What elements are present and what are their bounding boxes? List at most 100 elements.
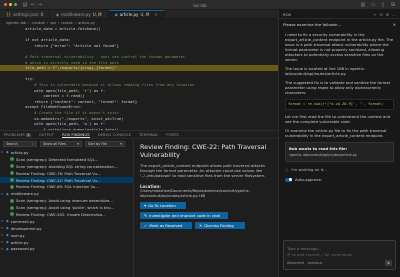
secondary-sidebar-icon[interactable]: ▯ xyxy=(380,2,386,8)
send-icon[interactable]: ➤ xyxy=(385,260,392,266)
tree-item-label: password.py xyxy=(10,246,35,252)
chat-input[interactable]: Type a message... @ to add context, / fo… xyxy=(283,240,396,270)
plus-icon[interactable]: + xyxy=(373,12,376,17)
finding-title: Review Finding: CWE-22: Path Traversal V… xyxy=(140,143,267,159)
tree-item-label: article.py xyxy=(10,239,29,245)
customize-layout-icon[interactable]: ⊞ xyxy=(390,2,396,8)
layout-icon[interactable]: ▥ xyxy=(360,2,366,8)
tree-item-label: Review Finding: CWE-89: SQL Injection Vu… xyxy=(16,184,99,190)
finding-item[interactable]: ! Review Finding: CWE-89: SQL Injection V… xyxy=(0,183,133,190)
chevron-down-icon: ▾ xyxy=(120,142,122,146)
finding-actions: ✓ Mark as Resolved ✕ Dismiss Finding xyxy=(140,219,273,229)
history-icon[interactable]: ⟲ xyxy=(380,12,383,17)
code-editor[interactable]: article_data = article.fetchone() if not… xyxy=(0,26,278,139)
file-group[interactable]: ▾ ◆ comment.py xyxy=(0,218,133,225)
tree-item-label: Review Finding: CWE-502: Unsafe Deserial… xyxy=(16,211,106,217)
severity-icon: ! xyxy=(10,164,14,169)
chat-paragraph: Let me first read the file to understand… xyxy=(285,114,391,124)
finding-item[interactable]: ! Scan (semgrep): Avoid using 'pickle', w… xyxy=(0,204,133,211)
tree-item-label: middleware.py xyxy=(10,191,39,197)
severity-icon: ! xyxy=(10,198,14,203)
panel-icon[interactable]: ▭ xyxy=(370,2,376,8)
close-task-icon[interactable]: ✕ xyxy=(393,22,396,27)
chat-header: ROX + ⟲ ⚙ … xyxy=(279,10,400,19)
severity-icon: ! xyxy=(10,184,14,189)
close-icon: ✕ xyxy=(199,223,203,228)
tab-label: article.py xyxy=(119,12,139,17)
code-text: return {"error": "Article not found"} xyxy=(16,42,119,48)
settings-icon[interactable]: ⚙ xyxy=(386,12,389,17)
breadcrumb-item[interactable]: conduit xyxy=(32,21,45,25)
chevron-down-icon: ▾ xyxy=(1,226,3,231)
chat-input-hint: @ to add context, / for commands xyxy=(287,252,352,257)
chevron-down-icon: ▾ xyxy=(1,191,3,196)
location-path: /Users/mdashew/Documents/Repos/external/… xyxy=(140,189,250,198)
finding-item[interactable]: ! Scan (semgrep): Avoid using insecure de… xyxy=(0,197,133,204)
mark-resolved-button[interactable]: ✓ Mark as Resolved xyxy=(140,222,192,229)
editor-tabs: {} settings.json 4 ◆ middleware.py U, M … xyxy=(0,10,278,19)
auto-approve-toggle[interactable] xyxy=(285,177,292,182)
chevron-down-icon: ▾ xyxy=(1,233,3,238)
file-group[interactable]: ▾ ◆ middleware.py xyxy=(0,190,133,197)
tab-article-py[interactable]: ◆ article.py U, M × xyxy=(108,10,165,18)
severity-icon: ! xyxy=(10,157,14,162)
python-file-icon: ◆ xyxy=(6,219,9,224)
tab-ports[interactable]: PORTS xyxy=(166,132,178,137)
tab-middleware-py[interactable]: ◆ middleware.py U, M xyxy=(50,10,109,18)
breadcrumb-item[interactable]: routes xyxy=(61,21,72,25)
read-file-path[interactable]: vgentic-lab/conduit/api/routes/article.p… xyxy=(289,153,390,158)
finding-item[interactable]: ! Review Finding: CWE-502: Unsafe Deseria… xyxy=(0,211,133,218)
finding-item[interactable]: ! Review Finding: CWE-78: Path Traversal … xyxy=(0,170,133,177)
editor-area: {} settings.json 4 ◆ middleware.py U, M … xyxy=(0,10,278,277)
json-file-icon: {} xyxy=(6,11,12,17)
task-title: Please examine the followin... ✕ xyxy=(283,22,396,27)
tab-problems[interactable]: PROBLEMS 1 xyxy=(4,132,31,137)
tree-item-label: Scan (semgrep): Avoiding SQL string conc… xyxy=(16,163,118,169)
go-to-location-button[interactable]: ⌖ Go To Location xyxy=(140,202,186,209)
search-input[interactable]: Search ⌕ xyxy=(3,141,37,147)
severity-icon: ! xyxy=(10,171,14,176)
file-filter-select[interactable]: Show all Files ▾ xyxy=(40,141,82,147)
breadcrumb-item[interactable]: vgentic-lab xyxy=(6,21,26,25)
file-group[interactable]: ▾ ◆ user.py xyxy=(0,232,133,239)
python-file-icon: ◆ xyxy=(6,233,9,238)
dismiss-finding-button[interactable]: ✕ Dismiss Finding xyxy=(195,222,245,229)
finding-item[interactable]: ! Review Finding: CWE-22: Path Traversal … xyxy=(0,176,133,184)
file-group[interactable]: ▾ ◆ password.py xyxy=(0,245,133,252)
sort-select[interactable]: Sort by File ▾ xyxy=(85,141,125,147)
tab-rox-findings[interactable]: ROX FINDINGS xyxy=(62,132,90,138)
more-icon[interactable]: … xyxy=(392,12,396,17)
read-file-request: Bob wants to read this file: vgentic-lab… xyxy=(285,142,394,162)
chevron-down-icon: ▾ xyxy=(77,142,79,146)
tab-terminal[interactable]: TERMINAL xyxy=(139,132,158,137)
tab-settings-json[interactable]: {} settings.json 4 xyxy=(0,10,51,18)
working-status: ◌ I'm working on it... xyxy=(285,167,327,172)
close-tab-icon[interactable]: × xyxy=(154,12,157,17)
bottom-panel: PROBLEMS 1 OUTPUT ROX FINDINGS DEBUG CONS… xyxy=(0,130,278,277)
tab-mod-indicator: U, M xyxy=(140,12,150,17)
severity-icon: ! xyxy=(10,212,14,217)
findings-tree: Search ⌕ Show all Files ▾ Sort by File ▾ ▾ ◆… xyxy=(0,139,134,277)
tab-debug-console[interactable]: DEBUG CONSOLE xyxy=(98,132,131,137)
code-text: file_path = f"./exports/{slug}.{format}" xyxy=(16,65,117,71)
location-pin-icon: ⌖ xyxy=(144,203,147,208)
mode-select[interactable]: Advanced xyxy=(287,261,304,265)
finding-description: The export_article_content endpoint allo… xyxy=(140,163,266,178)
panel-tabs: PROBLEMS 1 OUTPUT ROX FINDINGS DEBUG CONS… xyxy=(0,131,278,139)
tab-mod-indicator: U, M xyxy=(92,11,102,17)
spinner-icon: ◌ xyxy=(285,167,289,172)
investigate-in-chat-button[interactable]: ✎ Investigate and improve code in chat xyxy=(140,212,228,219)
file-group[interactable]: ▾ ◆ article.py xyxy=(0,149,133,156)
finding-item[interactable]: ! Scan (semgrep): Detected formatted SQL.… xyxy=(0,156,133,163)
file-group[interactable]: ▾ ◆ development.py xyxy=(0,225,133,232)
finding-item[interactable]: ! Scan (semgrep): Avoiding SQL string con… xyxy=(0,163,133,170)
breadcrumb-item[interactable]: article.py xyxy=(78,21,95,25)
breadcrumb-item[interactable]: api xyxy=(50,21,55,25)
auto-approve: Auto-approve: xyxy=(285,177,394,182)
model-select[interactable]: previous xyxy=(308,261,323,265)
chat-paragraph: I'll examine the article.py file to fix … xyxy=(285,128,387,138)
file-group[interactable]: ▾ ◆ article.py xyxy=(0,239,133,246)
python-file-icon: ◆ xyxy=(6,191,9,196)
chevron-down-icon: ▾ xyxy=(1,219,3,224)
tab-output[interactable]: OUTPUT xyxy=(39,132,54,137)
